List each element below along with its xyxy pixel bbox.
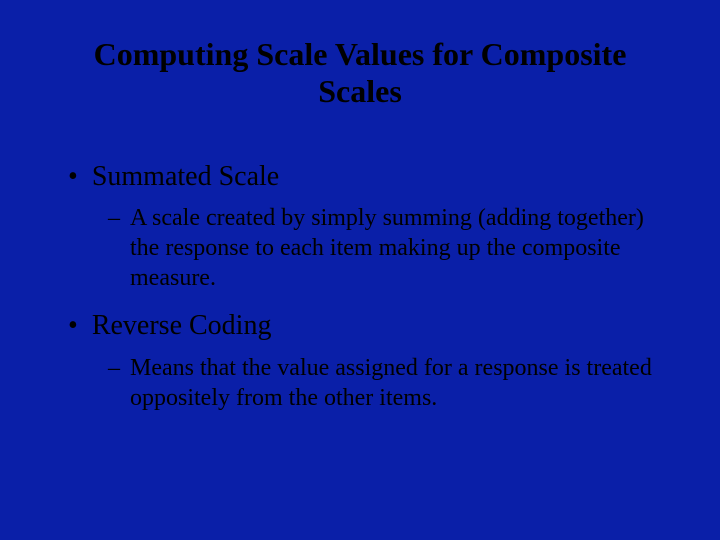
subbullet-row: – Means that the value assigned for a re… bbox=[108, 353, 664, 413]
bullet-list-level1: • Summated Scale – A scale created by si… bbox=[48, 160, 672, 413]
bullet-text: Summated Scale bbox=[92, 160, 279, 194]
bullet-text: Reverse Coding bbox=[92, 309, 272, 343]
list-item: – Means that the value assigned for a re… bbox=[108, 353, 664, 413]
bullet-list-level2: – A scale created by simply summing (add… bbox=[68, 203, 664, 293]
bullet-row: • Summated Scale bbox=[68, 160, 664, 194]
dash-icon: – bbox=[108, 203, 120, 233]
dash-icon: – bbox=[108, 353, 120, 383]
list-item: – A scale created by simply summing (add… bbox=[108, 203, 664, 293]
subbullet-text: Means that the value assigned for a resp… bbox=[130, 353, 660, 413]
list-item: • Summated Scale – A scale created by si… bbox=[68, 160, 664, 294]
subbullet-row: – A scale created by simply summing (add… bbox=[108, 203, 664, 293]
subbullet-text: A scale created by simply summing (addin… bbox=[130, 203, 660, 293]
bullet-list-level2: – Means that the value assigned for a re… bbox=[68, 353, 664, 413]
bullet-icon: • bbox=[68, 309, 78, 343]
list-item: • Reverse Coding – Means that the value … bbox=[68, 309, 664, 413]
slide-title: Computing Scale Values for Composite Sca… bbox=[80, 36, 640, 110]
bullet-row: • Reverse Coding bbox=[68, 309, 664, 343]
bullet-icon: • bbox=[68, 160, 78, 194]
slide: Computing Scale Values for Composite Sca… bbox=[0, 0, 720, 540]
